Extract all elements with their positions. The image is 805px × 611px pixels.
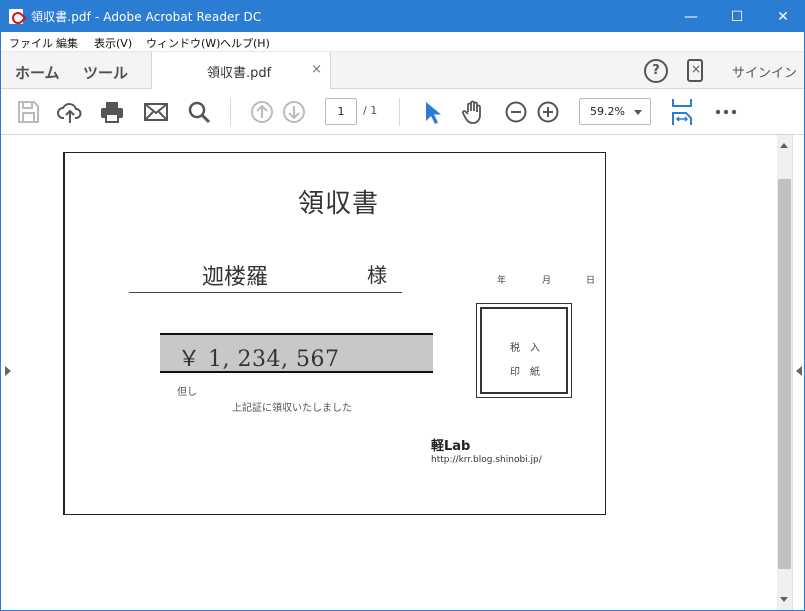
brand-url: http://krr.blog.shinobi.jp/ bbox=[431, 455, 542, 465]
close-window-button[interactable]: ✕ bbox=[760, 1, 804, 32]
page-number-input[interactable]: 1 bbox=[325, 98, 357, 125]
expand-right-panel-icon[interactable] bbox=[796, 366, 802, 376]
brand-name: 軽Lab bbox=[431, 439, 471, 454]
title-bar: 領収書.pdf - Adobe Acrobat Reader DC — ☐ ✕ bbox=[1, 1, 804, 32]
revenue-stamp-inner: 税入 印紙 bbox=[480, 307, 568, 394]
tab-home[interactable]: ホーム bbox=[15, 62, 60, 83]
zoom-value: 59.2% bbox=[590, 105, 625, 118]
payee-name: 迦楼羅 bbox=[202, 265, 269, 290]
zoom-select[interactable]: 59.2% bbox=[579, 98, 651, 125]
toolbar-separator bbox=[399, 98, 400, 126]
close-tab-icon[interactable]: × bbox=[311, 62, 322, 77]
zoom-out-icon[interactable] bbox=[503, 99, 529, 125]
scrollbar-thumb[interactable] bbox=[778, 179, 791, 569]
window-title: 領収書.pdf - Adobe Acrobat Reader DC bbox=[31, 10, 262, 24]
help-icon[interactable]: ? bbox=[644, 59, 668, 83]
menu-view[interactable]: 表示(V) bbox=[94, 35, 132, 51]
tab-bar: ホーム ツール 領収書.pdf × ? サインイン bbox=[1, 52, 804, 90]
signin-link[interactable]: サインイン bbox=[732, 62, 797, 81]
receipt-title: 領収書 bbox=[298, 189, 380, 219]
amount-value: ￥ 1, 234, 567 bbox=[178, 347, 340, 372]
more-options-icon[interactable] bbox=[713, 99, 739, 125]
toolbar-separator bbox=[230, 98, 231, 126]
select-cursor-icon[interactable] bbox=[419, 99, 445, 125]
menu-window[interactable]: ウィンドウ(W) bbox=[146, 35, 220, 51]
expand-left-panel-icon[interactable] bbox=[5, 366, 11, 376]
date-day-label: 日 bbox=[586, 276, 596, 286]
payee-underline bbox=[129, 292, 402, 293]
toolbar: 1 / 1 59.2% bbox=[1, 89, 804, 135]
menu-file[interactable]: ファイル bbox=[9, 35, 53, 51]
print-icon[interactable] bbox=[99, 99, 125, 125]
menu-help[interactable]: ヘルプ(H) bbox=[220, 35, 270, 51]
payee-honorific: 様 bbox=[367, 263, 387, 287]
fit-page-icon[interactable] bbox=[669, 97, 695, 127]
amount-box: ￥ 1, 234, 567 bbox=[160, 333, 433, 373]
pdf-page: 領収書 迦楼羅 様 年 月 日 ￥ 1, 234, 567 但し 上記証に領収い… bbox=[63, 152, 606, 515]
date-month-label: 月 bbox=[542, 276, 552, 286]
proviso-label: 但し bbox=[177, 387, 197, 398]
chevron-down-icon bbox=[634, 110, 642, 115]
tab-document[interactable]: 領収書.pdf × bbox=[151, 52, 331, 90]
page-total: / 1 bbox=[363, 104, 378, 117]
save-icon[interactable] bbox=[15, 99, 41, 125]
hand-tool-icon[interactable] bbox=[460, 99, 486, 125]
acrobat-window: 領収書.pdf - Adobe Acrobat Reader DC — ☐ ✕ … bbox=[0, 0, 805, 611]
scroll-up-arrow-icon[interactable] bbox=[780, 143, 788, 148]
minimize-button[interactable]: — bbox=[668, 1, 714, 32]
received-note: 上記証に領収いたしました bbox=[232, 403, 352, 414]
stamp-label-line1: 税入 bbox=[510, 343, 550, 354]
acrobat-pdf-icon bbox=[9, 9, 23, 24]
tab-tools[interactable]: ツール bbox=[83, 62, 128, 83]
date-year-label: 年 bbox=[497, 276, 507, 286]
mail-icon[interactable] bbox=[143, 99, 169, 125]
search-icon[interactable] bbox=[186, 99, 212, 125]
document-tab-title: 領収書.pdf bbox=[207, 66, 272, 81]
vertical-scrollbar[interactable] bbox=[777, 135, 792, 610]
scroll-down-arrow-icon[interactable] bbox=[780, 597, 788, 602]
previous-page-icon[interactable] bbox=[249, 99, 275, 125]
menu-edit[interactable]: 編集 bbox=[56, 35, 78, 51]
maximize-button[interactable]: ☐ bbox=[714, 1, 760, 32]
next-page-icon[interactable] bbox=[281, 99, 307, 125]
stamp-label-line2: 印紙 bbox=[510, 367, 550, 378]
cloud-upload-icon[interactable] bbox=[57, 99, 83, 125]
zoom-in-icon[interactable] bbox=[535, 99, 561, 125]
menu-bar: ファイル 編集 表示(V) ウィンドウ(W) ヘルプ(H) bbox=[1, 32, 804, 52]
mobile-link-icon[interactable] bbox=[687, 59, 703, 82]
revenue-stamp-box: 税入 印紙 bbox=[476, 303, 572, 398]
